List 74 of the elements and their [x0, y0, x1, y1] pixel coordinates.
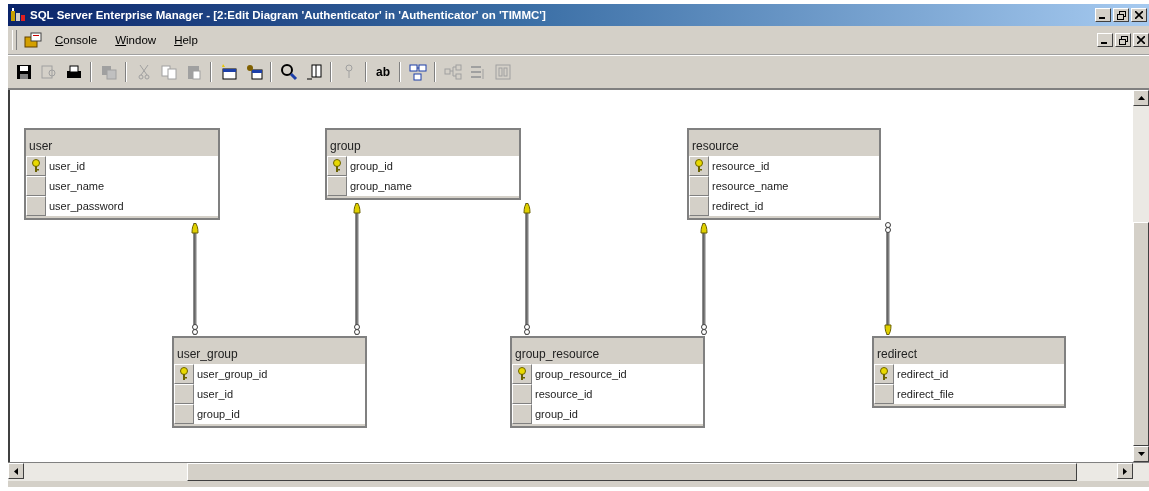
table-box[interactable]: redirect redirect_id redirect_file	[872, 336, 1066, 408]
restore-icon	[1118, 35, 1128, 45]
row-selector[interactable]	[689, 156, 709, 176]
close-button[interactable]	[1133, 33, 1149, 47]
toolbar-button[interactable]: ab	[372, 61, 394, 83]
menu-item[interactable]: Window	[109, 32, 169, 48]
row-selector[interactable]	[26, 176, 46, 196]
column-name: group_name	[347, 176, 519, 196]
column-name: group_id	[347, 156, 519, 176]
column-name: resource_name	[709, 176, 879, 196]
row-selector[interactable]	[26, 196, 46, 216]
up-arrow-icon[interactable]	[1137, 96, 1145, 100]
key-icon	[332, 159, 342, 173]
key-icon	[517, 367, 527, 381]
column-name: redirect_id	[894, 364, 1064, 384]
restore-button[interactable]	[1113, 8, 1129, 22]
column-name: group_id	[194, 404, 365, 424]
column-name: group_id	[532, 404, 703, 424]
key-icon	[179, 367, 189, 381]
column-name: redirect_id	[709, 196, 879, 216]
column-name: user_group_id	[194, 364, 365, 384]
row-selector[interactable]	[174, 384, 194, 404]
table-name: group_resource	[515, 347, 600, 361]
menu-item[interactable]: Help	[168, 32, 210, 48]
column-name: user_id	[194, 384, 365, 404]
table-box[interactable]: user_group user_group_id user_id group_id	[172, 336, 367, 428]
row-selector[interactable]	[874, 384, 894, 404]
column-name: user_password	[46, 196, 218, 216]
close-icon	[1135, 11, 1143, 19]
table-box[interactable]: user user_id user_name user_password	[24, 128, 220, 220]
column-name: redirect_file	[894, 384, 1064, 404]
menu-item[interactable]: Console	[49, 32, 110, 48]
table-name: user_group	[177, 347, 238, 361]
table-box[interactable]: group_resource group_resource_id resource_id group_id	[510, 336, 705, 428]
table-name: redirect	[877, 347, 917, 361]
row-selector[interactable]	[689, 196, 709, 216]
row-selector[interactable]	[689, 176, 709, 196]
table-name: user	[29, 139, 53, 153]
table-box[interactable]: group group_id group_name	[325, 128, 521, 200]
restore-icon	[1116, 10, 1126, 20]
horizontal-scrollbar[interactable]	[8, 462, 1149, 481]
row-selector[interactable]	[512, 404, 532, 424]
row-selector[interactable]	[327, 176, 347, 196]
minimize-button[interactable]	[1097, 33, 1113, 47]
row-selector[interactable]	[174, 364, 194, 384]
app-icon	[10, 7, 26, 23]
row-selector[interactable]	[512, 364, 532, 384]
close-icon	[1137, 36, 1145, 44]
table-name: resource	[692, 139, 739, 153]
table-name: group	[330, 139, 361, 153]
column-name: resource_id	[532, 384, 703, 404]
column-name: group_resource_id	[532, 364, 703, 384]
row-selector[interactable]	[26, 156, 46, 176]
row-selector[interactable]	[512, 384, 532, 404]
restore-button[interactable]	[1115, 33, 1131, 47]
row-selector[interactable]	[174, 404, 194, 424]
table-box[interactable]: resource resource_id resource_name redirect_id	[687, 128, 881, 220]
column-name: resource_id	[709, 156, 879, 176]
arrange-icon[interactable]	[406, 61, 429, 83]
row-selector[interactable]	[874, 364, 894, 384]
close-button[interactable]	[1131, 8, 1147, 22]
console-icon[interactable]	[23, 31, 43, 49]
row-selector[interactable]	[327, 156, 347, 176]
left-arrow-icon[interactable]	[14, 467, 18, 475]
key-icon	[694, 159, 704, 173]
key-icon	[879, 367, 889, 381]
minimize-button[interactable]	[1095, 8, 1111, 22]
column-name: user_name	[46, 176, 218, 196]
vertical-scrollbar[interactable]	[1133, 90, 1149, 462]
column-name: user_id	[46, 156, 218, 176]
key-icon	[31, 159, 41, 173]
down-arrow-icon[interactable]	[1137, 452, 1145, 456]
right-arrow-icon[interactable]	[1123, 467, 1127, 475]
window-title: SQL Server Enterprise Manager - [2:Edit Diagram 'Authenticator' in 'Authenticator' on 'TIMMC']	[30, 9, 547, 21]
